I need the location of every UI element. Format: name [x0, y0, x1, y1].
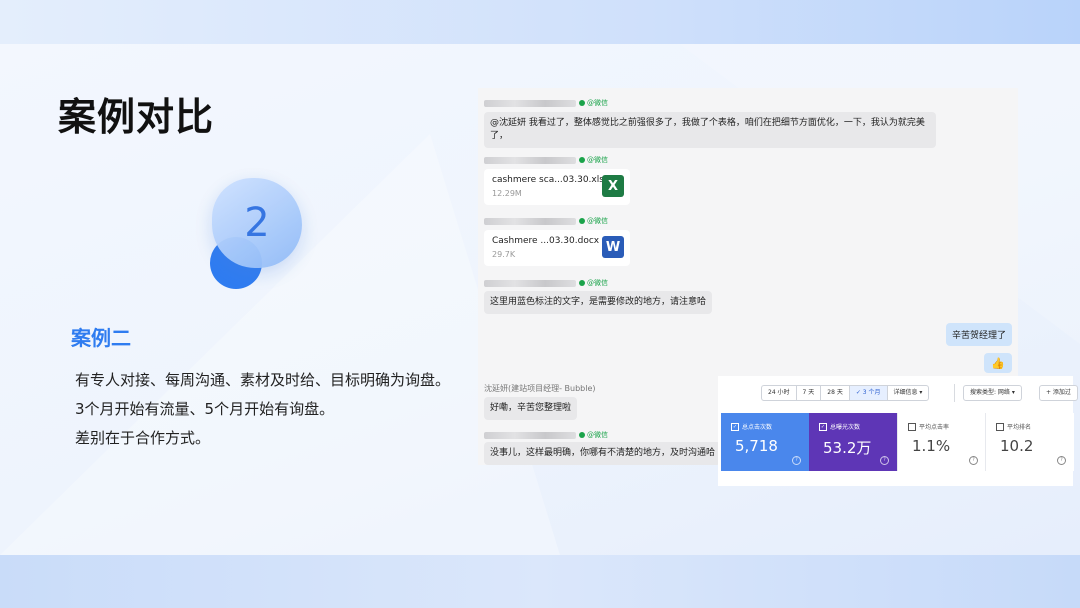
metric-value: 5,718 [735, 437, 778, 455]
metric-card-ctr[interactable]: 平均点击率 1.1% ? [897, 413, 986, 471]
word-icon: W [602, 236, 624, 258]
file-name: cashmere sca...03.30.xls [492, 175, 604, 185]
metric-value: 1.1% [912, 437, 951, 455]
metric-card-impressions[interactable]: ✓ 总曝光次数 53.2万 ? [809, 413, 897, 471]
checkbox-icon: ✓ [731, 422, 739, 431]
chat-message: 没事儿，这样最明确，你哪有不清楚的地方，及时沟通哈 [484, 442, 722, 465]
blurred-sender-name [484, 431, 576, 439]
add-filter-button[interactable]: + 添加过 [1039, 385, 1078, 401]
checkbox-icon [996, 422, 1004, 431]
date-range-selector: 24 小时 7 天 28 天 ✓ 3 个月 详细信息 ▾ [761, 385, 930, 401]
sender-name: 沈延妍(建站项目经理- Bubble) [484, 384, 596, 393]
metric-value: 10.2 [1000, 437, 1034, 455]
checkbox-icon [908, 422, 916, 431]
wechat-icon [579, 432, 585, 438]
file-name: Cashmere ...03.30.docx [492, 236, 600, 246]
help-icon: ? [1057, 456, 1066, 465]
description-line: 有专人对接、每周沟通、素材及时给、目标明确为询盘。 [75, 371, 451, 389]
metric-card-position[interactable]: 平均排名 10.2 ? [985, 413, 1074, 471]
blurred-sender-name [484, 156, 576, 164]
chat-message: 好嘞，辛苦您整理啦 [484, 397, 578, 420]
search-type-filter[interactable]: 搜索类型: 网络 ▾ [963, 385, 1022, 401]
file-attachment-xls[interactable]: cashmere sca...03.30.xls 12.29M X [484, 169, 630, 205]
sender-meta: @微信 [484, 98, 608, 108]
case-title: 案例二 [71, 326, 131, 350]
blurred-sender-name [484, 217, 576, 225]
divider [954, 384, 955, 402]
checkbox-icon: ✓ [819, 422, 827, 431]
own-message: 辛苦贺经理了 [945, 323, 1012, 346]
sender-meta: @微信 [484, 155, 608, 165]
file-size: 12.29M [492, 189, 522, 198]
metric-value: 53.2万 [823, 439, 872, 457]
page-title: 案例对比 [58, 95, 215, 139]
range-details[interactable]: 详细信息 ▾ [886, 385, 930, 401]
range-3m[interactable]: ✓ 3 个月 [848, 385, 887, 401]
wechat-icon [579, 280, 585, 286]
description-line: 3个月开始有流量、5个月开始有询盘。 [75, 400, 335, 418]
blurred-sender-name [484, 279, 576, 287]
sender-meta: @微信 [484, 216, 608, 226]
number-badge: 2 [212, 178, 302, 268]
chat-message: 这里用蓝色标注的文字，是需要修改的地方，请注意哈 [484, 291, 713, 314]
sender-meta: @微信 [484, 430, 608, 440]
thumbs-up-emoji-icon: 👍 [984, 353, 1012, 373]
help-icon: ? [880, 456, 889, 465]
help-icon: ? [969, 456, 978, 465]
description-line: 差别在于合作方式。 [75, 429, 211, 447]
file-size: 29.7K [492, 250, 516, 259]
chat-message: @沈延妍 我看过了，整体感觉比之前强很多了，我做了个表格，咱们在把细节方面优化，… [484, 112, 936, 148]
bottom-band [0, 555, 1080, 608]
search-console-panel: 24 小时 7 天 28 天 ✓ 3 个月 详细信息 ▾ 搜索类型: 网络 ▾ … [718, 376, 1078, 486]
blurred-sender-name [484, 99, 576, 107]
sender-meta: @微信 [484, 278, 608, 288]
help-icon: ? [792, 456, 801, 465]
metric-card-clicks[interactable]: ✓ 总点击次数 5,718 ? [721, 413, 809, 471]
number-badge-label: 2 [244, 200, 270, 246]
wechat-icon [579, 100, 585, 106]
excel-icon: X [602, 175, 624, 197]
range-7d[interactable]: 7 天 [795, 385, 821, 401]
wechat-icon [579, 218, 585, 224]
wechat-icon [579, 157, 585, 163]
case-description: 有专人对接、每周沟通、素材及时给、目标明确为询盘。 3个月开始有流量、5个月开始… [75, 366, 450, 453]
file-attachment-docx[interactable]: Cashmere ...03.30.docx 29.7K W [484, 230, 630, 266]
range-28d[interactable]: 28 天 [820, 385, 849, 401]
range-24h[interactable]: 24 小时 [761, 385, 796, 401]
top-band [0, 0, 1080, 44]
